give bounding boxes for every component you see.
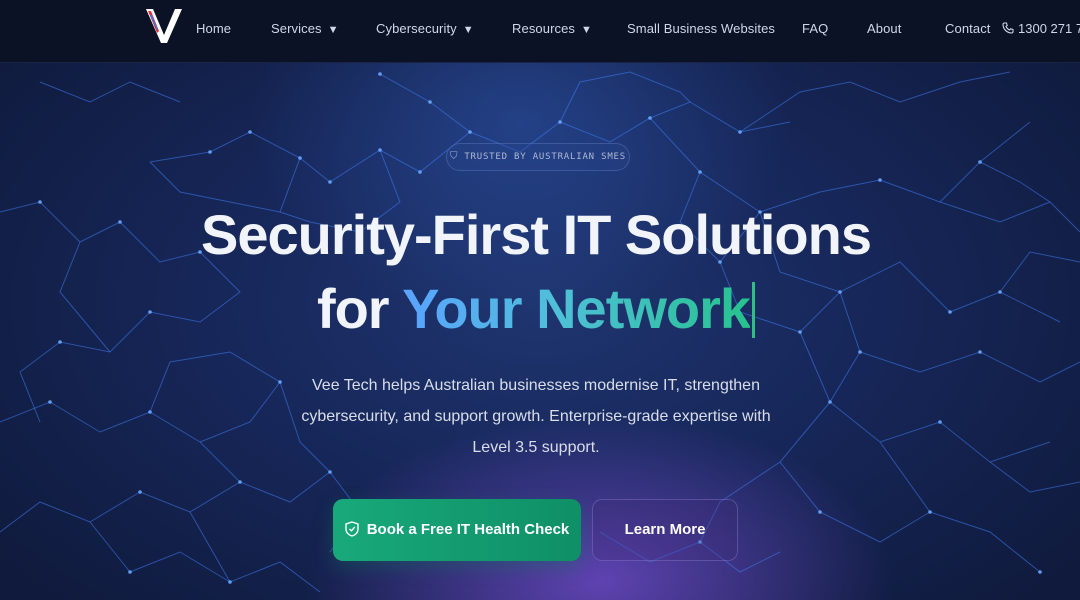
nav-faq-label: FAQ [802,21,829,36]
learn-more-label: Learn More [624,521,706,538]
headline-for-text: for [316,277,403,340]
typing-cursor [752,282,756,338]
nav-home-label: Home [196,21,232,36]
nav-small-business-label: Small Business Websites [627,21,776,36]
nav-resources-label: Resources [512,21,576,36]
nav-small-business-websites[interactable]: Small Business Websites [627,21,775,36]
hero-section: ⛉ TRUSTED BY AUSTRALIAN SMES Security-Fir… [0,62,1080,600]
chevron-down-icon: ▼ [462,24,474,36]
learn-more-button[interactable]: Learn More [592,499,738,561]
nav-contact[interactable]: Contact [945,21,991,36]
nav-home[interactable]: Home [196,21,231,36]
nav-resources[interactable]: Resources ▼ [512,21,592,36]
nav-cybersecurity-label: Cybersecurity [376,21,457,36]
chevron-down-icon: ▼ [327,24,339,36]
nav-cybersecurity[interactable]: Cybersecurity ▼ [376,21,474,36]
nav-services-label: Services [271,21,322,36]
phone-icon [1002,22,1014,34]
book-health-check-label: Book a Free IT Health Check [366,521,570,538]
trust-badge: ⛉ TRUSTED BY AUSTRALIAN SMES [446,143,630,171]
nav-faq[interactable]: FAQ [802,21,828,36]
shield-check-icon: ⛉ [450,151,459,162]
nav-services[interactable]: Services ▼ [271,21,339,36]
nav-about[interactable]: About [867,21,901,36]
phone-link[interactable]: 1300 271 79 [1002,21,1080,36]
nav-contact-label: Contact [945,21,991,36]
phone-number: 1300 271 79 [1018,21,1080,36]
vee-tech-logo[interactable] [146,9,182,43]
book-health-check-button[interactable]: Book a Free IT Health Check [333,499,581,561]
trust-badge-label: TRUSTED BY AUSTRALIAN SMES [464,152,626,162]
chevron-down-icon: ▼ [581,24,593,36]
nav-about-label: About [867,21,902,36]
top-navigation: Home Services ▼ Cybersecurity ▼ Resources ▼… [0,0,1080,63]
hero-description: Vee Tech helps Australian businesses mod… [301,377,771,456]
shield-icon [345,521,359,537]
headline-highlight-text: Your Network [402,277,751,340]
hero-headline-line1: Security-First IT Solutions [201,203,872,266]
hero-headline-line2: for Your Network [0,276,1072,341]
